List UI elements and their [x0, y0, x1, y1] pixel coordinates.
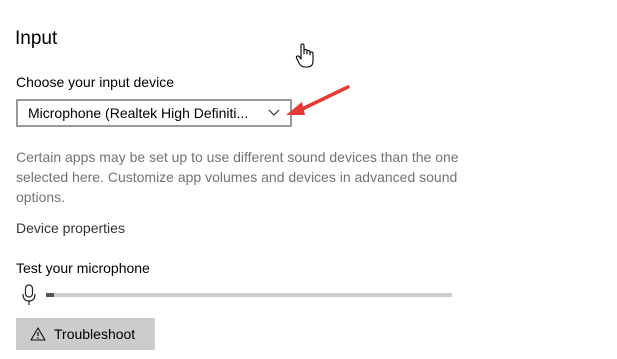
- troubleshoot-button[interactable]: Troubleshoot: [16, 318, 155, 350]
- input-description: Certain apps may be set up to use differ…: [16, 149, 459, 205]
- test-microphone-label: Test your microphone: [16, 260, 150, 276]
- microphone-icon: [22, 284, 36, 305]
- microphone-level-fill: [46, 293, 55, 297]
- troubleshoot-label: Troubleshoot: [54, 326, 136, 342]
- chevron-down-icon: [268, 109, 280, 116]
- sound-input-settings: Input Choose your input device Microphon…: [0, 0, 617, 359]
- section-title-input: Input: [15, 28, 58, 49]
- red-arrow-icon: [286, 85, 350, 115]
- device-properties-link[interactable]: Device properties: [16, 219, 125, 237]
- warning-icon: [30, 327, 46, 341]
- input-device-selected: Microphone (Realtek High Definiti...: [28, 105, 249, 121]
- microphone-level-meter: [46, 293, 452, 297]
- input-device-label: Choose your input device: [16, 74, 174, 90]
- input-device-dropdown[interactable]: Microphone (Realtek High Definiti...: [16, 99, 292, 127]
- hand-pointer-icon: [295, 43, 314, 68]
